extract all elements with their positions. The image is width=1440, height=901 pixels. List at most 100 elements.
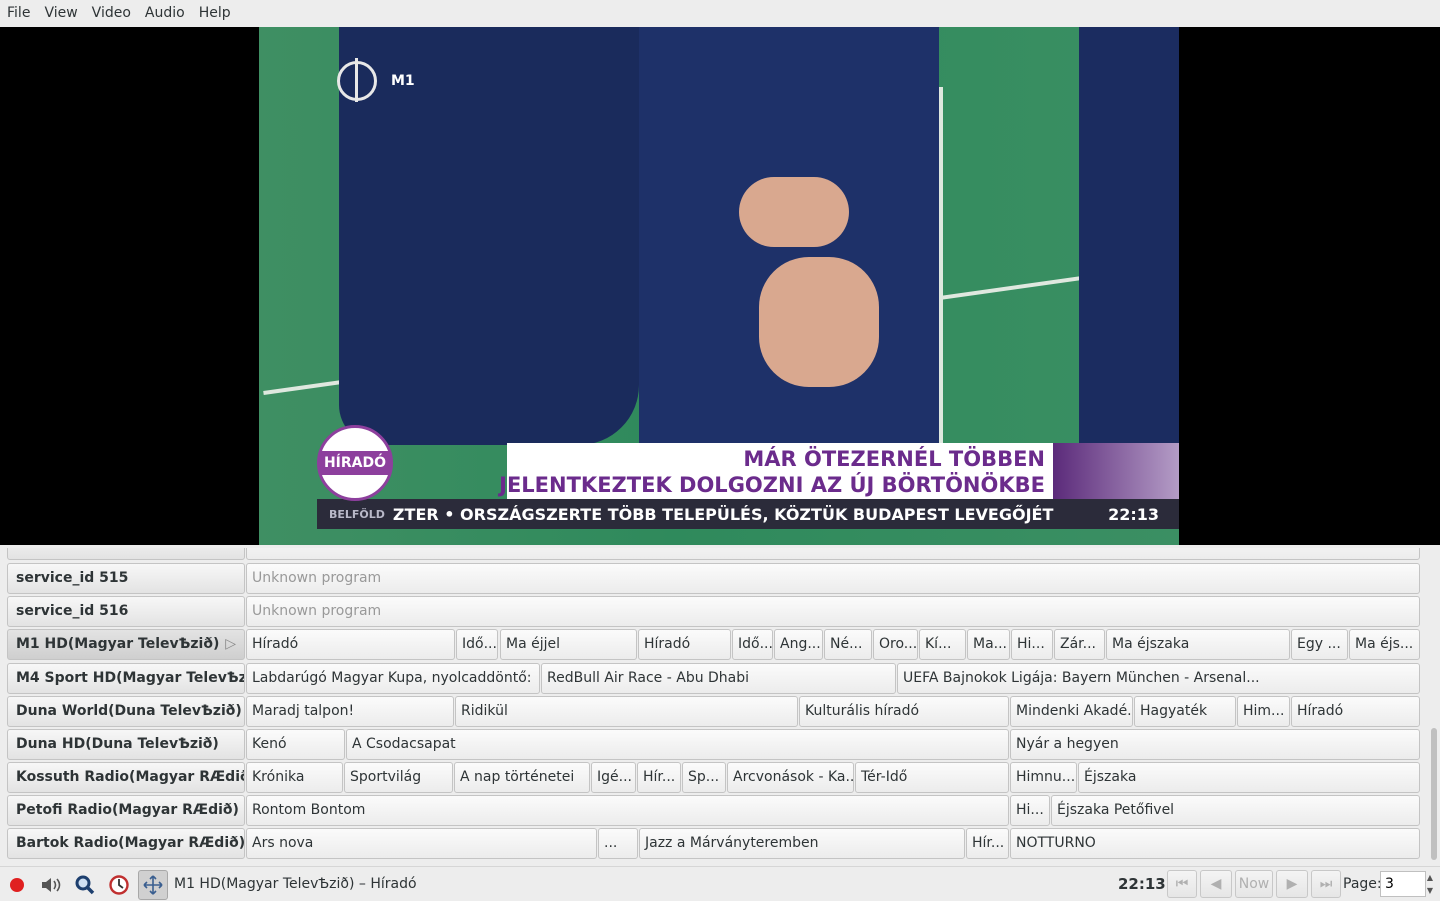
page-spinner[interactable]: ▲ ▼ (1424, 871, 1436, 897)
menu-audio[interactable]: Audio (138, 0, 192, 27)
program-cell[interactable]: Tér-Idő (855, 762, 1009, 793)
epg-row: Duna World(Duna TelevѢzið) Maradj talpon!… (0, 695, 1428, 728)
program-cell[interactable]: Híradó (246, 629, 455, 660)
program-cell[interactable]: Éjszaka (1078, 762, 1420, 793)
menu-file[interactable]: File (0, 0, 37, 27)
m1-logo-icon (337, 58, 377, 102)
program-cell[interactable]: Oro... (873, 629, 918, 660)
program-cell[interactable]: Egy ... (1291, 629, 1348, 660)
menu-help[interactable]: Help (192, 0, 238, 27)
channel-cell[interactable] (7, 548, 245, 560)
channel-cell[interactable]: Kossuth Radio(Magyar RÆdið) (7, 762, 245, 793)
page-number-input[interactable] (1380, 871, 1426, 897)
person-figure (1079, 27, 1179, 445)
program-cell[interactable]: Unknown program (246, 596, 1420, 627)
first-page-button[interactable]: ⏮ (1167, 870, 1197, 898)
epg-row: Petofi Radio(Magyar RÆdið) Rontom Bontom H… (0, 794, 1428, 827)
menu-video[interactable]: Video (85, 0, 138, 27)
program-cell[interactable]: Ridikül (455, 696, 798, 727)
program-cell[interactable]: Arcvonások - Ka... (727, 762, 854, 793)
channel-cell[interactable]: Bartok Radio(Magyar RÆdið) (7, 828, 245, 859)
program-cell[interactable] (246, 548, 1420, 560)
program-cell[interactable]: Hír... (966, 828, 1009, 859)
program-cell[interactable]: Idő... (456, 629, 498, 660)
program-cell[interactable]: Labdarúgó Magyar Kupa, nyolcaddöntő: (246, 663, 540, 694)
program-cell[interactable]: Híradó (1291, 696, 1420, 727)
channel-logo-text: M1 (391, 73, 415, 89)
epg-row: M1 HD(Magyar TelevѢzið) ▷ Híradó Idő... Ma é… (0, 628, 1428, 661)
program-cell[interactable]: Ars nova (246, 828, 597, 859)
channel-name: Bartok Radio(Magyar RÆdið) (16, 835, 245, 851)
program-cell[interactable]: Kulturális híradó (799, 696, 1009, 727)
volume-icon[interactable] (38, 872, 64, 898)
play-indicator-icon: ▷ (225, 636, 236, 652)
program-cell[interactable]: Ang... (774, 629, 823, 660)
now-playing-text: M1 HD(Magyar TelevѢzið) – Híradó (174, 876, 417, 892)
program-cell[interactable]: Sportvilág (344, 762, 453, 793)
headline-line-1: MÁR ÖTEZERNÉL TÖBBEN (743, 447, 1045, 471)
scrollbar-thumb[interactable] (1431, 728, 1437, 860)
program-cell[interactable]: Unknown program (246, 563, 1420, 594)
program-cell[interactable]: RedBull Air Race - Abu Dhabi (541, 663, 896, 694)
program-cell[interactable]: A nap történetei (454, 762, 590, 793)
timer-icon[interactable] (106, 872, 132, 898)
headline-box: MÁR ÖTEZERNÉL TÖBBEN JELENTKEZTEK DOLGOZ… (499, 443, 1053, 499)
program-cell[interactable]: Sp... (682, 762, 726, 793)
program-cell[interactable]: Ma éjszaka (1106, 629, 1290, 660)
program-cell[interactable]: Maradj talpon! (246, 696, 454, 727)
program-cell[interactable]: Éjszaka Petőfivel (1051, 795, 1420, 826)
channel-name: service_id 515 (16, 570, 129, 586)
last-page-button[interactable]: ⏭ (1311, 870, 1341, 898)
video-display[interactable]: M1 MÁR ÖTEZERNÉL TÖBBEN JELENTKEZTEK DOL… (0, 27, 1440, 545)
channel-cell[interactable]: M1 HD(Magyar TelevѢzið) ▷ (7, 629, 245, 660)
program-cell[interactable]: Zár... (1054, 629, 1105, 660)
record-icon[interactable] (4, 872, 30, 898)
channel-cell[interactable]: Duna HD(Duna TelevѢzið) (7, 729, 245, 760)
program-cell[interactable]: Idő... (732, 629, 773, 660)
program-cell[interactable]: ... (598, 828, 638, 859)
program-cell[interactable]: Him... (1237, 696, 1290, 727)
channel-logo: M1 (337, 58, 415, 102)
ticker-clock: 22:13 (1108, 504, 1159, 524)
program-cell[interactable]: A Csodacsapat (346, 729, 1009, 760)
channel-cell[interactable]: Petofi Radio(Magyar RÆdið) (7, 795, 245, 826)
program-cell[interactable]: Né... (824, 629, 872, 660)
program-cell[interactable]: Rontom Bontom (246, 795, 1009, 826)
program-cell[interactable]: Hi... (1011, 629, 1053, 660)
epg-row: Kossuth Radio(Magyar RÆdið) Krónika Sportv… (0, 761, 1428, 794)
search-icon[interactable] (72, 872, 98, 898)
channel-cell[interactable]: service_id 516 (7, 596, 245, 627)
program-cell[interactable]: NOTTURNO (1010, 828, 1420, 859)
now-button[interactable]: Now (1235, 870, 1273, 898)
program-cell[interactable]: Ma éjs... (1349, 629, 1420, 660)
program-cell[interactable]: Krónika (246, 762, 343, 793)
epg-row: service_id 515 Unknown program (0, 562, 1428, 595)
program-cell[interactable]: Kí... (919, 629, 966, 660)
program-cell[interactable]: Mindenki Akadé... (1010, 696, 1133, 727)
program-cell[interactable]: Igé... (591, 762, 636, 793)
program-cell[interactable]: Hagyaték (1134, 696, 1236, 727)
channel-cell[interactable]: M4 Sport HD(Magyar TelevѢzið) (7, 663, 245, 694)
program-cell[interactable]: Kenó (246, 729, 345, 760)
last-page-icon: ⏭ (1319, 876, 1333, 892)
program-cell[interactable]: Ma éjjel (500, 629, 637, 660)
channel-cell[interactable]: service_id 515 (7, 563, 245, 594)
menu-view[interactable]: View (37, 0, 84, 27)
program-cell[interactable]: Jazz a Márványteremben (639, 828, 965, 859)
first-page-icon: ⏮ (1175, 876, 1189, 892)
channel-cell[interactable]: Duna World(Duna TelevѢzið) (7, 696, 245, 727)
prev-page-button[interactable]: ◀ (1200, 870, 1232, 898)
epg-scrollbar[interactable] (1428, 548, 1440, 864)
hirado-badge-text: HÍRADÓ (317, 451, 393, 475)
program-cell[interactable]: Hi... (1010, 795, 1050, 826)
program-cell[interactable]: Híradó (638, 629, 731, 660)
status-bar: M1 HD(Magyar TelevѢzið) – Híradó 22:13 ⏮… (0, 866, 1440, 901)
fullscreen-icon[interactable] (138, 870, 168, 900)
program-cell[interactable]: Hír... (637, 762, 681, 793)
program-cell[interactable]: UEFA Bajnokok Ligája: Bayern München - A… (897, 663, 1420, 694)
program-cell[interactable]: Ma... (967, 629, 1010, 660)
next-page-button[interactable]: ▶ (1276, 870, 1308, 898)
program-cell[interactable]: Nyár a hegyen (1010, 729, 1420, 760)
video-frame: M1 MÁR ÖTEZERNÉL TÖBBEN JELENTKEZTEK DOL… (259, 27, 1179, 545)
program-cell[interactable]: Himnu... (1010, 762, 1077, 793)
